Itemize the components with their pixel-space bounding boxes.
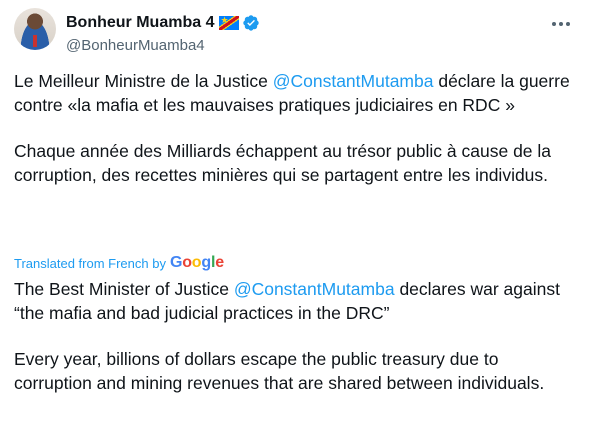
more-dot-icon	[566, 22, 570, 26]
tweet-paragraph-2: Chaque année des Milliards échappent au …	[14, 141, 552, 185]
translation-paragraph-1: The Best Minister of Justice @ConstantMu…	[14, 279, 560, 323]
author-block: Bonheur Muamba 4 ★ @BonheurMuamba4	[66, 12, 260, 54]
more-dot-icon	[559, 22, 563, 26]
tweet-header: Bonheur Muamba 4 ★ @BonheurMuamba4	[14, 8, 575, 56]
translation-attribution[interactable]: Translated from French by Google	[14, 252, 224, 274]
more-dot-icon	[552, 22, 556, 26]
translated-text: The Best Minister of Justice @ConstantMu…	[14, 278, 579, 418]
translated-mention-link[interactable]: @ConstantMutamba	[234, 279, 395, 299]
drc-flag-icon: ★	[219, 16, 240, 30]
avatar-detail	[33, 35, 37, 47]
mention-link[interactable]: @ConstantMutamba	[273, 71, 434, 91]
translation-paragraph-2: Every year, billions of dollars escape t…	[14, 349, 545, 393]
google-logo: Google	[169, 254, 224, 271]
tweet-paragraph-1: Le Meilleur Ministre de la Justice @Cons…	[14, 71, 570, 115]
author-name[interactable]: Bonheur Muamba 4	[66, 14, 214, 32]
name-row: Bonheur Muamba 4 ★	[66, 12, 260, 34]
translated-label: Translated from French by	[14, 255, 166, 271]
verified-badge-icon[interactable]	[242, 14, 260, 32]
author-handle[interactable]: @BonheurMuamba4	[66, 37, 260, 54]
tweet-text: Le Meilleur Ministre de la Justice @Cons…	[14, 70, 579, 210]
more-options-button[interactable]	[547, 10, 575, 38]
avatar[interactable]	[14, 8, 56, 50]
